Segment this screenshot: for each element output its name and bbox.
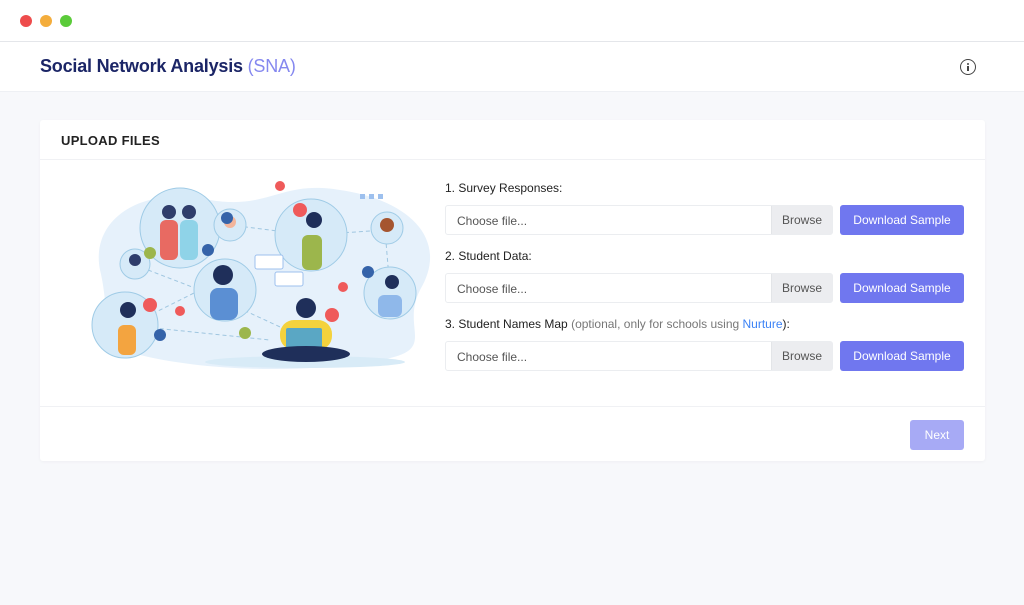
file-input-placeholder: Choose file... (457, 350, 528, 364)
label-optional-note: (optional, only for schools using (567, 317, 743, 331)
student-names-map-row: Choose file... Browse Download Sample (445, 341, 965, 371)
social-network-illustration (91, 181, 431, 370)
student-data-download-sample-button[interactable]: Download Sample (840, 273, 964, 303)
info-icon[interactable] (960, 59, 976, 75)
student-data-file-input[interactable]: Choose file... Browse (445, 273, 833, 303)
card-header: UPLOAD FILES (40, 120, 985, 160)
student-data-row: Choose file... Browse Download Sample (445, 273, 965, 303)
page-title-text: Social Network Analysis (40, 56, 243, 76)
student-names-map-browse-button[interactable]: Browse (771, 342, 832, 370)
chat-bubble (254, 254, 284, 270)
card-title: UPLOAD FILES (61, 133, 160, 148)
upload-files-card: UPLOAD FILES 1. Survey Responses: Choose… (40, 120, 985, 461)
student-data-label: 2. Student Data: (445, 249, 532, 263)
card-footer: Next (40, 406, 985, 461)
app-header: Social Network Analysis (SNA) (0, 42, 1024, 92)
label-main: 3. Student Names Map (445, 317, 568, 331)
page-title-abbreviation: (SNA) (247, 56, 296, 76)
student-names-map-download-sample-button[interactable]: Download Sample (840, 341, 964, 371)
chat-bubble (274, 271, 304, 287)
nurture-link[interactable]: Nurture (743, 317, 783, 331)
page-title: Social Network Analysis (SNA) (40, 56, 296, 77)
file-input-placeholder: Choose file... (457, 282, 528, 296)
survey-responses-label: 1. Survey Responses: (445, 181, 563, 195)
student-data-browse-button[interactable]: Browse (771, 274, 832, 302)
label-end: ): (782, 317, 790, 331)
upload-form: 1. Survey Responses: Choose file... Brow… (445, 180, 965, 384)
survey-responses-download-sample-button[interactable]: Download Sample (840, 205, 964, 235)
minimize-window-button[interactable] (40, 15, 52, 27)
survey-responses-browse-button[interactable]: Browse (771, 206, 832, 234)
survey-responses-row: Choose file... Browse Download Sample (445, 205, 965, 235)
student-names-map-label: 3. Student Names Map (optional, only for… (445, 316, 965, 332)
next-button[interactable]: Next (910, 420, 964, 450)
maximize-window-button[interactable] (60, 15, 72, 27)
file-input-placeholder: Choose file... (457, 214, 528, 228)
student-names-map-file-input[interactable]: Choose file... Browse (445, 341, 833, 371)
window-titlebar (0, 0, 1024, 42)
close-window-button[interactable] (20, 15, 32, 27)
survey-responses-file-input[interactable]: Choose file... Browse (445, 205, 833, 235)
